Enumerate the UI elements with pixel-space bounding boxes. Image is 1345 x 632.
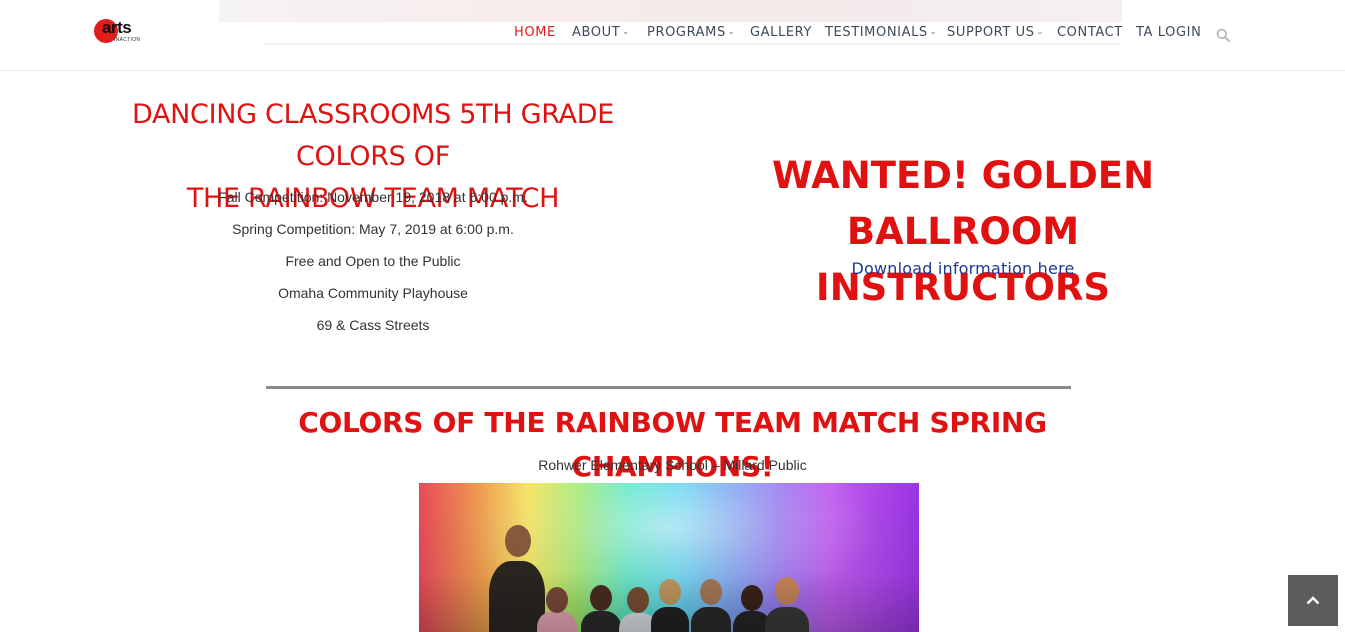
nav-item-testimonials[interactable]: TESTIMONIALS ⌄ bbox=[825, 25, 937, 45]
nav-label: TA LOGIN bbox=[1136, 25, 1202, 40]
address-text: 69 & Cass Streets bbox=[316, 317, 430, 333]
nav-item-home[interactable]: HOME bbox=[514, 25, 556, 45]
fall-competition-text: Fall Competition: November 19, 2018 at 6… bbox=[218, 189, 528, 205]
nav-item-ta-login[interactable]: TA LOGIN bbox=[1136, 25, 1201, 45]
champions-photo bbox=[419, 483, 919, 632]
chevron-up-icon bbox=[1306, 596, 1320, 605]
nav-label: PROGRAMS bbox=[647, 25, 726, 40]
nav-item-support-us[interactable]: SUPPORT US ⌄ bbox=[947, 25, 1044, 45]
spring-competition-text: Spring Competition: May 7, 2019 at 6:00 … bbox=[232, 221, 514, 237]
site-logo[interactable]: arts INACTION bbox=[94, 17, 142, 45]
golden-ballroom-title: WANTED! GOLDEN BALLROOM INSTRUCTORS bbox=[713, 148, 1213, 316]
champions-title: COLORS OF THE RAINBOW TEAM MATCH SPRING … bbox=[298, 406, 1047, 483]
chevron-down-icon: ⌄ bbox=[1036, 27, 1044, 36]
chevron-down-icon: ⌄ bbox=[622, 27, 630, 36]
site-header: arts INACTION HOME ABOUT ⌄ PROGRAMS ⌄ GALL… bbox=[0, 0, 1345, 71]
logo-text: arts bbox=[102, 18, 132, 37]
champion-school-text: Rohwer Elementary School – Millard Publi… bbox=[538, 457, 807, 473]
photo-shade bbox=[419, 483, 919, 632]
nav-label: GALLERY bbox=[750, 25, 813, 40]
download-information-link[interactable]: Download information here bbox=[713, 259, 1213, 278]
nav-item-about[interactable]: ABOUT ⌄ bbox=[572, 25, 630, 45]
nav-label: HOME bbox=[514, 25, 556, 40]
search-icon[interactable] bbox=[1216, 28, 1230, 42]
venue-text: Omaha Community Playhouse bbox=[278, 285, 468, 301]
chevron-down-icon: ⌄ bbox=[929, 27, 938, 36]
nav-label: SUPPORT US bbox=[947, 25, 1035, 40]
nav-label: ABOUT bbox=[572, 25, 621, 40]
chevron-down-icon: ⌄ bbox=[727, 27, 736, 36]
title-line: DANCING CLASSROOMS 5TH GRADE COLORS OF bbox=[131, 99, 615, 172]
logo-subtext: INACTION bbox=[114, 37, 141, 43]
nav-item-contact[interactable]: CONTACT bbox=[1057, 25, 1123, 45]
nav-item-programs[interactable]: PROGRAMS ⌄ bbox=[647, 25, 735, 45]
nav-label: CONTACT bbox=[1057, 25, 1123, 40]
nav-label: TESTIMONIALS bbox=[825, 25, 928, 40]
header-banner-image bbox=[219, 0, 1122, 22]
admission-text: Free and Open to the Public bbox=[285, 253, 461, 269]
back-to-top-button[interactable] bbox=[1288, 575, 1338, 626]
title-line: WANTED! GOLDEN BALLROOM bbox=[771, 154, 1155, 253]
section-divider bbox=[266, 386, 1071, 389]
nav-item-gallery[interactable]: GALLERY bbox=[750, 25, 812, 45]
